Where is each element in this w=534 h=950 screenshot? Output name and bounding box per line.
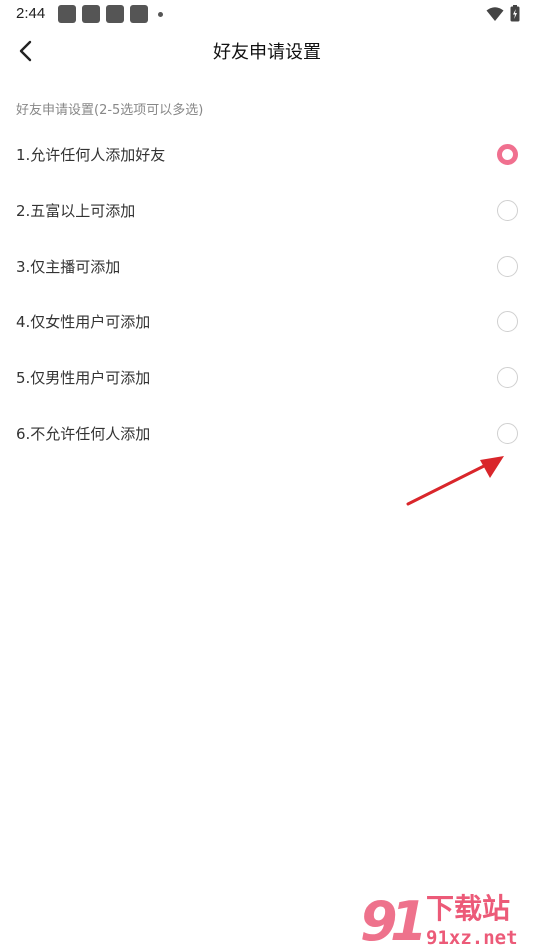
more-notifications-icon: [158, 11, 163, 17]
option-label: 4.仅女性用户可添加: [16, 313, 151, 332]
notification-icon: [130, 5, 148, 23]
watermark-logo: 9 1 下载站 91xz.net: [360, 890, 518, 950]
notification-icon: [106, 5, 124, 23]
radio-button[interactable]: [497, 311, 518, 333]
option-list: 1.允许任何人添加好友 2.五富以上可添加 3.仅主播可添加 4.仅女性用户可添…: [0, 127, 534, 461]
option-label: 3.仅主播可添加: [16, 257, 121, 276]
section-label: 好友申请设置(2-5选项可以多选): [16, 103, 204, 118]
option-label: 1.允许任何人添加好友: [16, 146, 166, 165]
status-bar: 2:44: [0, 0, 534, 28]
radio-button[interactable]: [497, 200, 518, 222]
watermark-site: 91xz.net: [426, 927, 518, 949]
option-row-5[interactable]: 5.仅男性用户可添加: [0, 350, 534, 406]
battery-icon: [510, 5, 520, 22]
radio-button[interactable]: [497, 255, 518, 277]
radio-button[interactable]: [497, 422, 518, 444]
system-icons: [486, 5, 520, 22]
watermark-brand: 下载站: [426, 892, 510, 925]
notification-icon: [82, 5, 100, 23]
status-time: 2:44: [16, 5, 46, 22]
notification-icon: [58, 5, 76, 23]
nav-bar: 好友申请设置: [0, 28, 534, 72]
notification-icons: [58, 5, 163, 23]
option-row-4[interactable]: 4.仅女性用户可添加: [0, 294, 534, 350]
radio-button[interactable]: [497, 367, 518, 389]
option-row-2[interactable]: 2.五富以上可添加: [0, 183, 534, 239]
option-label: 5.仅男性用户可添加: [16, 369, 151, 388]
annotation-arrow-icon: [406, 456, 504, 506]
option-row-3[interactable]: 3.仅主播可添加: [0, 238, 534, 294]
option-row-1[interactable]: 1.允许任何人添加好友: [0, 127, 534, 183]
option-label: 2.五富以上可添加: [16, 202, 136, 221]
wifi-icon: [486, 6, 504, 21]
option-label: 6.不允许任何人添加: [16, 424, 151, 443]
svg-text:1: 1: [390, 890, 428, 950]
page-title: 好友申请设置: [213, 42, 321, 63]
radio-button[interactable]: [497, 144, 518, 166]
